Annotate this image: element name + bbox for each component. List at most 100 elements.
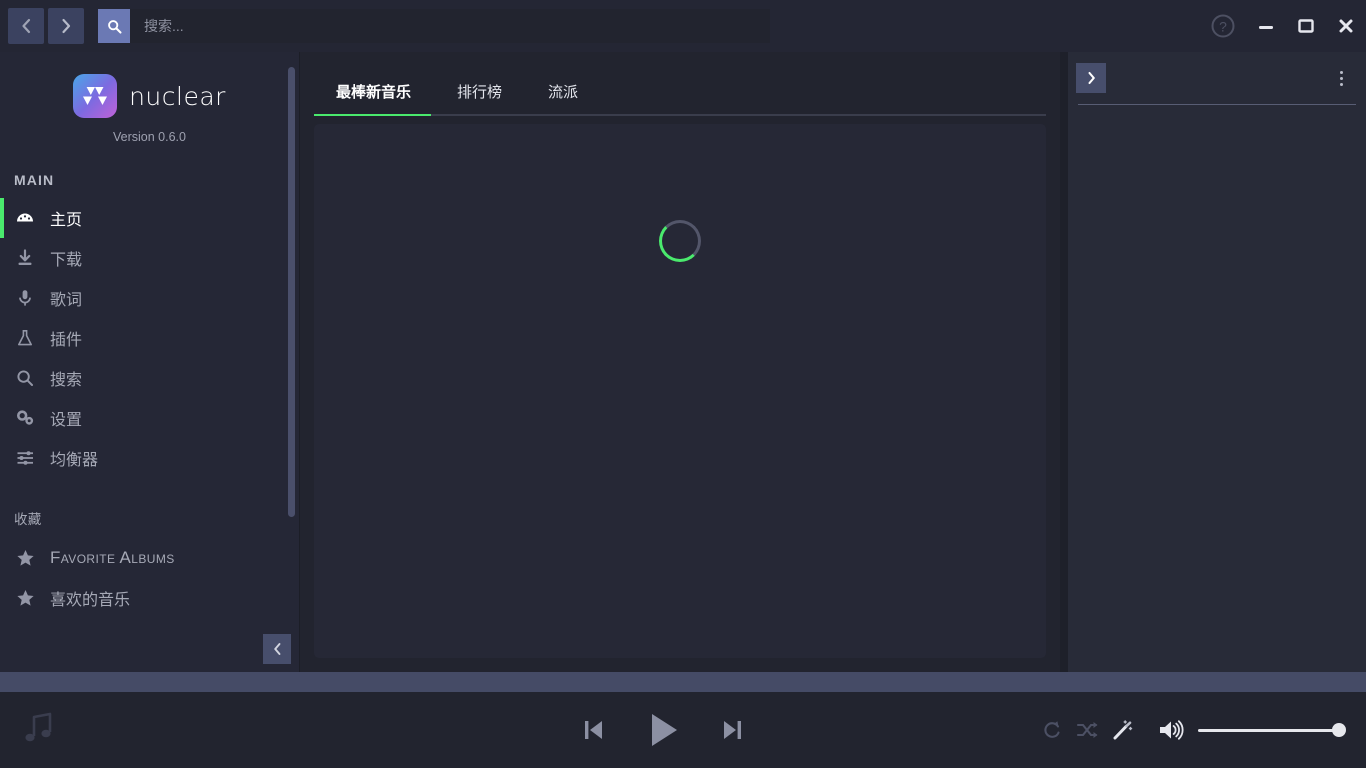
help-circle-icon: ? — [1211, 14, 1235, 38]
seek-bar[interactable] — [0, 672, 1366, 692]
nuclear-logo-icon — [73, 74, 118, 118]
tab-bar: 最棒新音乐 排行榜 流派 — [300, 52, 1060, 114]
main-content: 最棒新音乐 排行榜 流派 — [300, 52, 1060, 672]
top-bar: ? — [0, 0, 1366, 52]
microphone-icon — [14, 289, 36, 307]
volume-button[interactable] — [1158, 718, 1184, 742]
brand-block: nuclear Version 0.6.0 — [0, 52, 299, 144]
sidebar-item-favorite-tracks[interactable]: 喜欢的音乐 — [0, 578, 299, 618]
repeat-icon — [1044, 721, 1060, 738]
sidebar-item-settings[interactable]: 设置 — [0, 398, 299, 438]
music-note-icon — [22, 710, 56, 751]
chevron-left-icon — [22, 18, 31, 34]
sidebar-section-main: MAIN — [14, 172, 55, 188]
sidebar-item-label: 下载 — [50, 252, 83, 269]
volume-track — [1198, 728, 1339, 732]
app-version: Version 0.6.0 — [113, 130, 186, 144]
search-submit-button[interactable] — [98, 9, 130, 43]
queue-panel-header — [1068, 52, 1366, 104]
queue-expand-button[interactable] — [1076, 63, 1106, 93]
sliders-icon — [14, 449, 36, 467]
gears-icon — [14, 409, 36, 427]
sidebar-item-equalizer[interactable]: 均衡器 — [0, 438, 299, 478]
close-button[interactable] — [1326, 0, 1366, 52]
previous-button[interactable] — [581, 715, 607, 745]
next-button[interactable] — [719, 715, 745, 745]
sidebar: nuclear Version 0.6.0 MAIN 主页 下载 歌词 插件 搜… — [0, 52, 300, 672]
sidebar-item-label: Favorite Albums — [50, 548, 175, 567]
search-icon — [14, 369, 36, 387]
volume-knob[interactable] — [1332, 723, 1346, 737]
sidebar-item-label: 主页 — [50, 212, 83, 229]
sidebar-item-label: 设置 — [50, 412, 83, 429]
search-icon — [107, 19, 122, 34]
panel-gutter — [1060, 52, 1068, 672]
previous-icon — [585, 721, 602, 739]
app-body: nuclear Version 0.6.0 MAIN 主页 下载 歌词 插件 搜… — [0, 52, 1366, 672]
volume-icon — [1160, 720, 1184, 740]
sidebar-item-downloads[interactable]: 下载 — [0, 238, 299, 278]
now-playing-area — [0, 710, 300, 751]
sidebar-item-home[interactable]: 主页 — [0, 198, 299, 238]
chevron-right-icon — [1087, 71, 1095, 85]
sidebar-item-lyrics[interactable]: 歌词 — [0, 278, 299, 318]
magic-wand-icon — [1113, 720, 1133, 740]
brand-name: nuclear — [129, 81, 226, 111]
autoradio-button[interactable] — [1112, 720, 1134, 740]
sidebar-collapse-button[interactable] — [263, 634, 291, 664]
content-panel — [314, 124, 1046, 658]
sidebar-item-favorite-albums[interactable]: Favorite Albums — [0, 538, 299, 578]
dot — [1339, 82, 1343, 86]
nav-forward-button[interactable] — [48, 8, 84, 44]
sidebar-item-plugins[interactable]: 插件 — [0, 318, 299, 358]
dashboard-icon — [14, 208, 36, 228]
window-controls: ? — [1200, 0, 1366, 52]
tab-active-indicator — [314, 114, 431, 116]
sidebar-item-label: 搜索 — [50, 372, 83, 389]
player-bar — [0, 692, 1366, 768]
sidebar-item-search[interactable]: 搜索 — [0, 358, 299, 398]
search-bar — [98, 9, 770, 43]
star-icon — [14, 549, 36, 567]
brand-row: nuclear — [0, 74, 299, 118]
sidebar-item-label: 喜欢的音乐 — [50, 592, 131, 609]
help-button[interactable]: ? — [1200, 0, 1246, 52]
shuffle-icon — [1076, 722, 1098, 738]
tab-best-new-music[interactable]: 最棒新音乐 — [314, 81, 435, 114]
transport-controls — [300, 708, 1026, 752]
repeat-button[interactable] — [1042, 720, 1062, 740]
volume-slider[interactable] — [1198, 723, 1346, 737]
play-button[interactable] — [643, 708, 683, 752]
app-window: ? — [0, 0, 1366, 768]
player-options — [1026, 718, 1366, 742]
minimize-button[interactable] — [1246, 0, 1286, 52]
next-icon — [724, 721, 741, 739]
shuffle-button[interactable] — [1076, 720, 1098, 740]
maximize-button[interactable] — [1286, 0, 1326, 52]
download-icon — [14, 249, 36, 267]
maximize-icon — [1298, 19, 1314, 33]
search-input[interactable] — [130, 9, 770, 43]
queue-menu-button[interactable] — [1330, 65, 1352, 91]
close-icon — [1339, 19, 1353, 33]
nav-back-button[interactable] — [8, 8, 44, 44]
loading-spinner-icon — [659, 220, 701, 262]
sidebar-item-label: 歌词 — [50, 292, 83, 309]
sidebar-nav: MAIN 主页 下载 歌词 插件 搜索 设置 均衡器 收藏 Favorite A… — [0, 172, 299, 672]
flask-icon — [14, 329, 36, 347]
tab-charts[interactable]: 排行榜 — [435, 81, 526, 114]
sidebar-item-label: 均衡器 — [50, 452, 99, 469]
minimize-icon — [1259, 26, 1273, 29]
tab-genres[interactable]: 流派 — [526, 81, 602, 114]
star-icon — [14, 589, 36, 607]
tab-underline — [314, 114, 1046, 116]
sidebar-scrollbar[interactable] — [288, 67, 295, 517]
sidebar-item-label: 插件 — [50, 332, 83, 349]
queue-panel — [1068, 52, 1366, 672]
queue-divider — [1078, 104, 1356, 105]
dot — [1339, 70, 1343, 74]
sidebar-section-favorites: 收藏 — [14, 512, 42, 527]
play-icon — [652, 714, 677, 746]
chevron-right-icon — [62, 18, 71, 34]
